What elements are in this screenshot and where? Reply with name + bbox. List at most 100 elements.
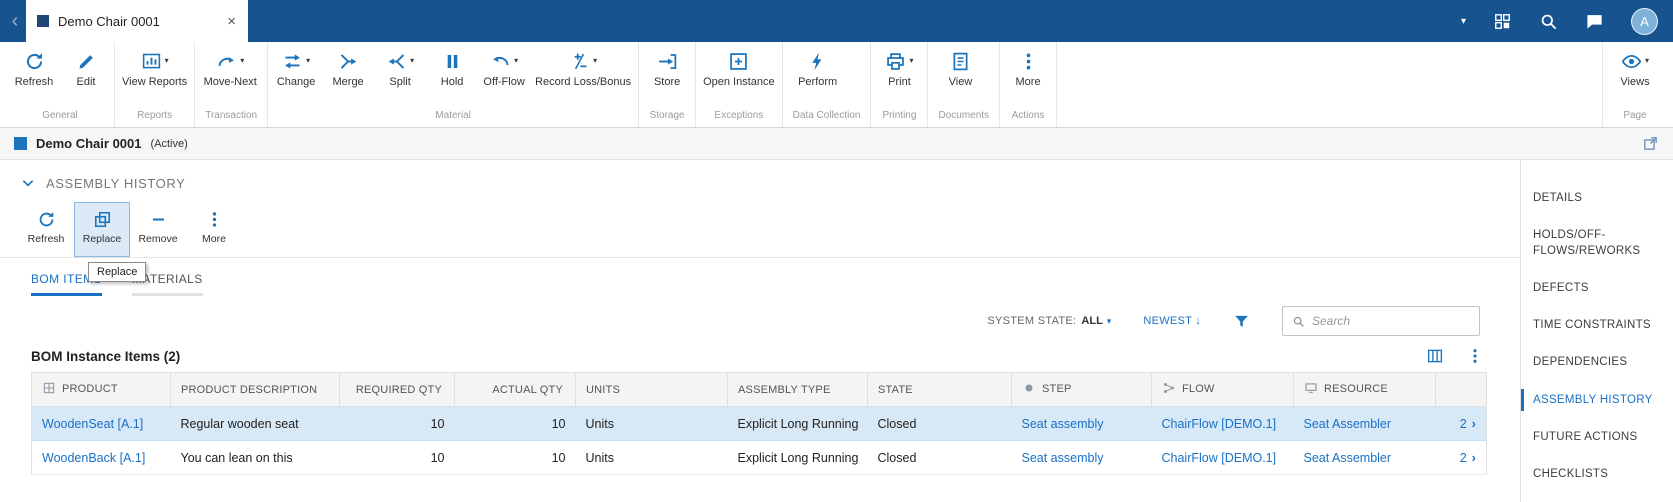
col-units[interactable]: UNITS — [576, 373, 728, 407]
ribbon-group-label: Reports — [117, 107, 192, 127]
document-icon — [950, 51, 971, 72]
filter-funnel-icon[interactable] — [1233, 313, 1250, 330]
column-chooser-icon[interactable] — [1426, 347, 1444, 365]
sidebar-item-time-constraints[interactable]: TIME CONSTRAINTS — [1533, 317, 1665, 333]
ribbon-group-data-collection: Perform Data Collection — [783, 42, 872, 127]
sidebar-item-details[interactable]: DETAILS — [1533, 190, 1665, 206]
sidebar-item-assembly-history[interactable]: ASSEMBLY HISTORY — [1533, 392, 1665, 408]
print-button[interactable]: Print — [873, 42, 925, 107]
flow-link[interactable]: ChairFlow [DEMO.1] — [1162, 451, 1277, 465]
col-product[interactable]: PRODUCT — [32, 373, 171, 407]
kebab-dots-icon — [205, 210, 224, 229]
tab-close-icon[interactable] — [227, 13, 236, 30]
edit-button[interactable]: Edit — [60, 42, 112, 107]
replace-tooltip: Replace — [88, 262, 146, 282]
step-link[interactable]: Seat assembly — [1022, 451, 1104, 465]
product-link[interactable]: WoodenBack [A.1] — [42, 451, 145, 465]
col-required-qty[interactable]: REQUIRED QTY — [340, 373, 455, 407]
view-documents-button[interactable]: View — [930, 42, 990, 107]
open-instance-button[interactable]: Open Instance — [698, 42, 780, 107]
section-nav-sidebar: DETAILS HOLDS/OFF-FLOWS/REWORKS DEFECTS … — [1520, 160, 1673, 502]
row-expand-chevron-icon[interactable] — [1472, 450, 1476, 465]
bar-chart-icon — [141, 51, 162, 72]
refresh-list-button[interactable]: Refresh — [18, 202, 74, 257]
more-actions-button[interactable]: More — [1002, 42, 1054, 107]
eye-icon — [1621, 51, 1642, 72]
col-assembly-type[interactable]: ASSEMBLY TYPE — [728, 373, 868, 407]
views-button[interactable]: Views — [1605, 42, 1665, 107]
table-row[interactable]: WoodenSeat [A.1] Regular wooden seat 10 … — [32, 407, 1487, 441]
merge-button[interactable]: Merge — [322, 42, 374, 107]
col-step[interactable]: STEP — [1012, 373, 1152, 407]
topbar-dropdown-caret-icon[interactable] — [1461, 16, 1466, 27]
record-loss-bonus-button[interactable]: Record Loss/Bonus — [530, 42, 636, 107]
replace-button[interactable]: Replace — [74, 202, 130, 257]
perform-button[interactable]: Perform — [785, 42, 851, 107]
actual-qty-cell: 10 — [455, 407, 576, 441]
refresh-icon — [24, 51, 45, 72]
resource-link[interactable]: Seat Assembler — [1304, 417, 1392, 431]
bom-instance-items-table: PRODUCT PRODUCT DESCRIPTION REQUIRED QTY… — [31, 372, 1487, 475]
units-cell: Units — [576, 407, 728, 441]
view-reports-button[interactable]: View Reports — [117, 42, 192, 107]
flow-link[interactable]: ChairFlow [DEMO.1] — [1162, 417, 1277, 431]
change-button[interactable]: Change — [270, 42, 322, 107]
dropdown-caret-icon — [165, 57, 169, 65]
dropdown-caret-icon — [1107, 316, 1112, 327]
units-cell: Units — [576, 441, 728, 475]
resource-link[interactable]: Seat Assembler — [1304, 451, 1392, 465]
col-product-description[interactable]: PRODUCT DESCRIPTION — [171, 373, 340, 407]
system-state-filter[interactable]: SYSTEM STATE: ALL — [987, 315, 1111, 327]
split-button[interactable]: Split — [374, 42, 426, 107]
col-state[interactable]: STATE — [868, 373, 1012, 407]
ribbon-group-reports: View Reports Reports — [115, 42, 195, 127]
sidebar-item-future-actions[interactable]: FUTURE ACTIONS — [1533, 429, 1665, 445]
sidebar-item-holds-offflows-reworks[interactable]: HOLDS/OFF-FLOWS/REWORKS — [1533, 227, 1665, 259]
remove-button[interactable]: Remove — [130, 202, 186, 257]
entity-tab[interactable]: Demo Chair 0001 — [26, 0, 248, 42]
more-list-actions-button[interactable]: More — [186, 202, 242, 257]
col-flow[interactable]: FLOW — [1152, 373, 1294, 407]
dropdown-caret-icon — [240, 57, 244, 65]
expand-panel-icon[interactable] — [1642, 135, 1659, 152]
move-next-button[interactable]: Move-Next — [197, 42, 263, 107]
store-button[interactable]: Store — [641, 42, 693, 107]
top-bar: Demo Chair 0001 A — [0, 0, 1673, 42]
product-link[interactable]: WoodenSeat [A.1] — [42, 417, 143, 431]
sidebar-item-checklists[interactable]: CHECKLISTS — [1533, 466, 1665, 482]
ribbon-group-general: Refresh Edit General — [6, 42, 115, 127]
ribbon-group-label: Documents — [930, 107, 997, 127]
sort-control[interactable]: NEWEST ↓ — [1143, 315, 1201, 327]
hold-button[interactable]: Hold — [426, 42, 478, 107]
table-row[interactable]: WoodenBack [A.1] You can lean on this 10… — [32, 441, 1487, 475]
off-flow-button[interactable]: Off-Flow — [478, 42, 530, 107]
col-resource[interactable]: RESOURCE — [1294, 373, 1436, 407]
list-controls: SYSTEM STATE: ALL NEWEST ↓ — [0, 296, 1520, 338]
table-title: BOM Instance Items (2) — [31, 349, 180, 364]
topbar-actions: A — [1461, 8, 1673, 35]
step-link[interactable]: Seat assembly — [1022, 417, 1104, 431]
refresh-button[interactable]: Refresh — [8, 42, 60, 107]
search-input[interactable] — [1312, 314, 1470, 328]
table-more-kebab-icon[interactable] — [1466, 347, 1484, 365]
ribbon-group-label: General — [8, 107, 112, 127]
user-avatar[interactable]: A — [1631, 8, 1658, 35]
global-search-icon[interactable] — [1539, 12, 1558, 31]
row-expand-chevron-icon[interactable] — [1472, 416, 1476, 431]
scan-kiosk-icon[interactable] — [1493, 12, 1512, 31]
feedback-chat-icon[interactable] — [1585, 12, 1604, 31]
table-header-row: PRODUCT PRODUCT DESCRIPTION REQUIRED QTY… — [32, 373, 1487, 407]
assembly-history-section-header[interactable]: ASSEMBLY HISTORY — [0, 160, 1520, 200]
ribbon-group-label: Storage — [641, 107, 693, 127]
ribbon-group-label: Exceptions — [698, 107, 780, 127]
col-actual-qty[interactable]: ACTUAL QTY — [455, 373, 576, 407]
search-box — [1282, 306, 1480, 336]
dropdown-caret-icon — [1645, 57, 1649, 65]
history-back-icon[interactable] — [4, 0, 26, 42]
ribbon-group-label: Transaction — [197, 107, 265, 127]
dropdown-caret-icon — [593, 57, 597, 65]
step-bullet-icon — [1022, 381, 1036, 398]
sidebar-item-defects[interactable]: DEFECTS — [1533, 280, 1665, 296]
sidebar-item-dependencies[interactable]: DEPENDENCIES — [1533, 354, 1665, 370]
open-instance-icon — [728, 51, 749, 72]
